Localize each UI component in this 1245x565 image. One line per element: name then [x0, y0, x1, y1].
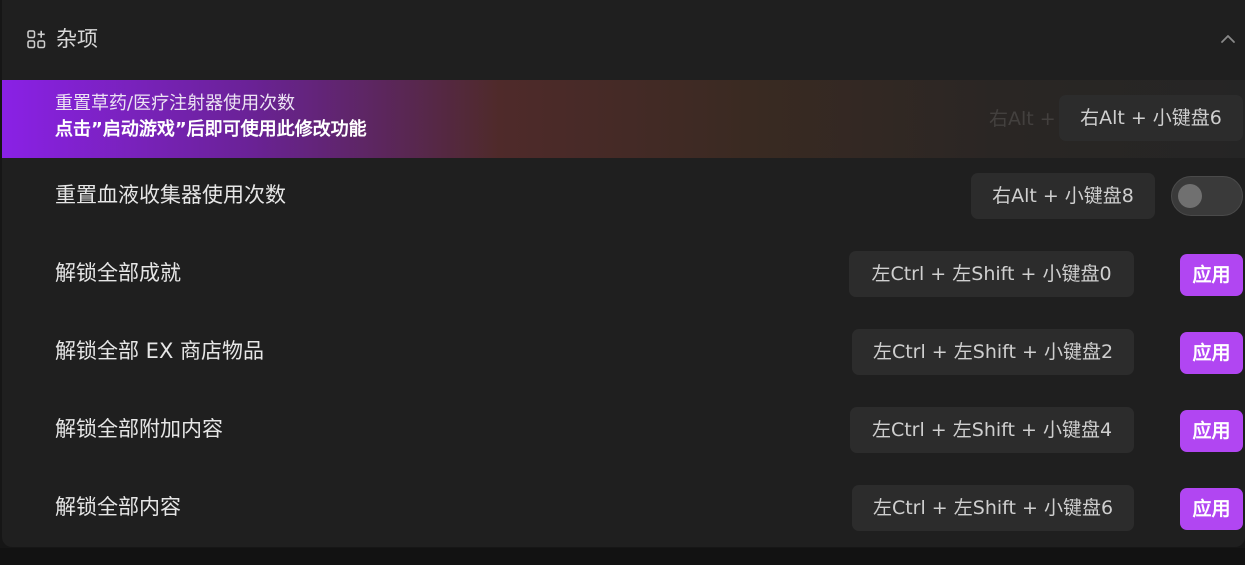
hotkey-button[interactable]: 左Ctrl + 左Shift + 小键盘6 [852, 485, 1134, 531]
section-title: 杂项 [56, 27, 98, 51]
apply-button[interactable]: 应用 [1180, 488, 1243, 530]
option-title: 解锁全部成就 [55, 261, 181, 285]
hotkey-button[interactable]: 右Alt + 小键盘6 [1059, 95, 1243, 141]
option-title: 解锁全部 EX 商店物品 [55, 339, 265, 363]
option-row-unlock-dlc: 解锁全部附加内容 左Ctrl + 左Shift + 小键盘4 应用 [2, 392, 1245, 470]
option-title: 解锁全部内容 [55, 495, 181, 519]
section-header[interactable]: 杂项 [2, 0, 1245, 80]
apply-button[interactable]: 应用 [1180, 410, 1243, 452]
option-hint: 点击”启动游戏”后即可使用此修改功能 [55, 119, 367, 140]
apps-plus-icon [27, 30, 46, 49]
option-row-unlock-ex-shop: 解锁全部 EX 商店物品 左Ctrl + 左Shift + 小键盘2 应用 [2, 314, 1245, 392]
option-row-unlock-achievements: 解锁全部成就 左Ctrl + 左Shift + 小键盘0 应用 [2, 236, 1245, 314]
misc-section-panel: 杂项 重置草药/医疗注射器使用次数 点击”启动游戏”后即可使用此修改功能 右Al… [2, 0, 1245, 547]
hotkey-button[interactable]: 左Ctrl + 左Shift + 小键盘0 [849, 251, 1134, 297]
option-row-reset-blood-collector: 重置血液收集器使用次数 右Alt + 小键盘8 [2, 158, 1245, 236]
hotkey-button[interactable]: 左Ctrl + 左Shift + 小键盘4 [850, 407, 1134, 453]
toggle-knob [1178, 184, 1202, 208]
option-row-reset-herb-injector: 重置草药/医疗注射器使用次数 点击”启动游戏”后即可使用此修改功能 右Alt +… [2, 80, 1245, 158]
option-title: 解锁全部附加内容 [55, 417, 223, 441]
toggle-switch[interactable] [1171, 176, 1243, 216]
bottom-divider [0, 548, 1245, 565]
apply-button[interactable]: 应用 [1180, 254, 1243, 296]
apply-button[interactable]: 应用 [1180, 332, 1243, 374]
chevron-up-icon[interactable] [1219, 30, 1237, 48]
option-title: 重置血液收集器使用次数 [55, 183, 286, 207]
option-row-unlock-all: 解锁全部内容 左Ctrl + 左Shift + 小键盘6 应用 [2, 470, 1245, 547]
hotkey-button[interactable]: 右Alt + 小键盘8 [971, 173, 1155, 219]
hotkey-button[interactable]: 左Ctrl + 左Shift + 小键盘2 [852, 329, 1134, 375]
option-title: 重置草药/医疗注射器使用次数 [55, 93, 296, 114]
